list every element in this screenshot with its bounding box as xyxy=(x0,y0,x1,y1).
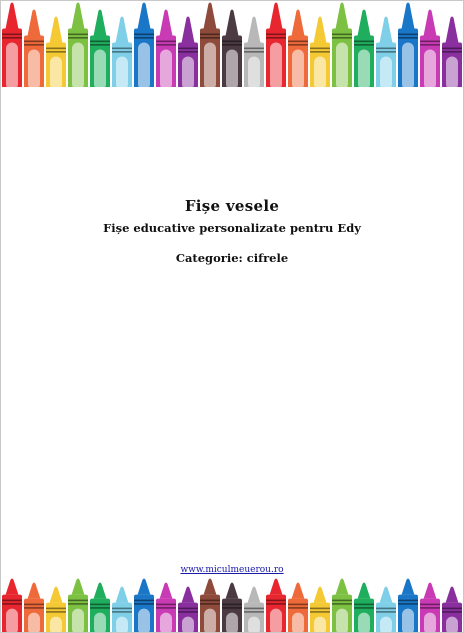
document-page: Fișe vesele Fișe educative personalizate… xyxy=(0,0,464,633)
crayon-bottom-16 xyxy=(332,578,352,632)
crayon-bottom-19 xyxy=(398,578,418,632)
crayon-bottom-2 xyxy=(24,582,44,632)
crayon-border-top xyxy=(1,1,463,87)
crayon-top-20 xyxy=(420,9,440,87)
crayon-bottom-18 xyxy=(376,586,396,632)
crayon-bottom-15 xyxy=(310,586,330,632)
crayon-bottom-14 xyxy=(288,582,308,632)
crayon-top-7 xyxy=(134,2,154,87)
crayon-top-16 xyxy=(332,2,352,87)
crayon-bottom-4 xyxy=(68,578,88,632)
crayon-top-19 xyxy=(398,2,418,87)
crayon-top-6 xyxy=(112,16,132,87)
crayon-bottom-9 xyxy=(178,586,198,632)
crayon-top-3 xyxy=(46,16,66,87)
crayon-top-12 xyxy=(244,16,264,87)
crayons-top-illustration xyxy=(2,2,462,87)
footer-website-link[interactable]: www.miculmeuerou.ro xyxy=(1,565,463,575)
crayon-top-21 xyxy=(442,16,462,87)
crayon-top-15 xyxy=(310,16,330,87)
crayon-top-13 xyxy=(266,2,286,87)
crayon-top-17 xyxy=(354,9,374,87)
crayon-bottom-13 xyxy=(266,578,286,632)
crayon-bottom-21 xyxy=(442,586,462,632)
crayon-bottom-12 xyxy=(244,586,264,632)
crayon-top-14 xyxy=(288,9,308,87)
crayon-top-2 xyxy=(24,9,44,87)
crayon-top-11 xyxy=(222,9,242,87)
crayon-bottom-11 xyxy=(222,582,242,632)
crayon-bottom-3 xyxy=(46,586,66,632)
crayon-border-bottom xyxy=(1,577,463,632)
crayon-top-5 xyxy=(90,9,110,87)
crayon-bottom-20 xyxy=(420,582,440,632)
crayon-bottom-6 xyxy=(112,586,132,632)
crayon-bottom-7 xyxy=(134,578,154,632)
page-subtitle: Fișe educative personalizate pentru Edy xyxy=(103,221,361,235)
crayon-top-10 xyxy=(200,2,220,87)
page-title: Fișe vesele xyxy=(184,197,280,215)
crayon-top-4 xyxy=(68,2,88,87)
crayon-bottom-8 xyxy=(156,582,176,632)
crayon-top-18 xyxy=(376,16,396,87)
crayon-top-8 xyxy=(156,9,176,87)
category-label: Categorie: cifrele xyxy=(175,251,289,265)
crayon-top-1 xyxy=(2,2,22,87)
crayon-bottom-5 xyxy=(90,582,110,632)
crayons-bottom-illustration xyxy=(2,578,462,632)
crayon-bottom-17 xyxy=(354,582,374,632)
crayon-top-9 xyxy=(178,16,198,87)
crayon-bottom-1 xyxy=(2,578,22,632)
crayon-bottom-10 xyxy=(200,578,220,632)
